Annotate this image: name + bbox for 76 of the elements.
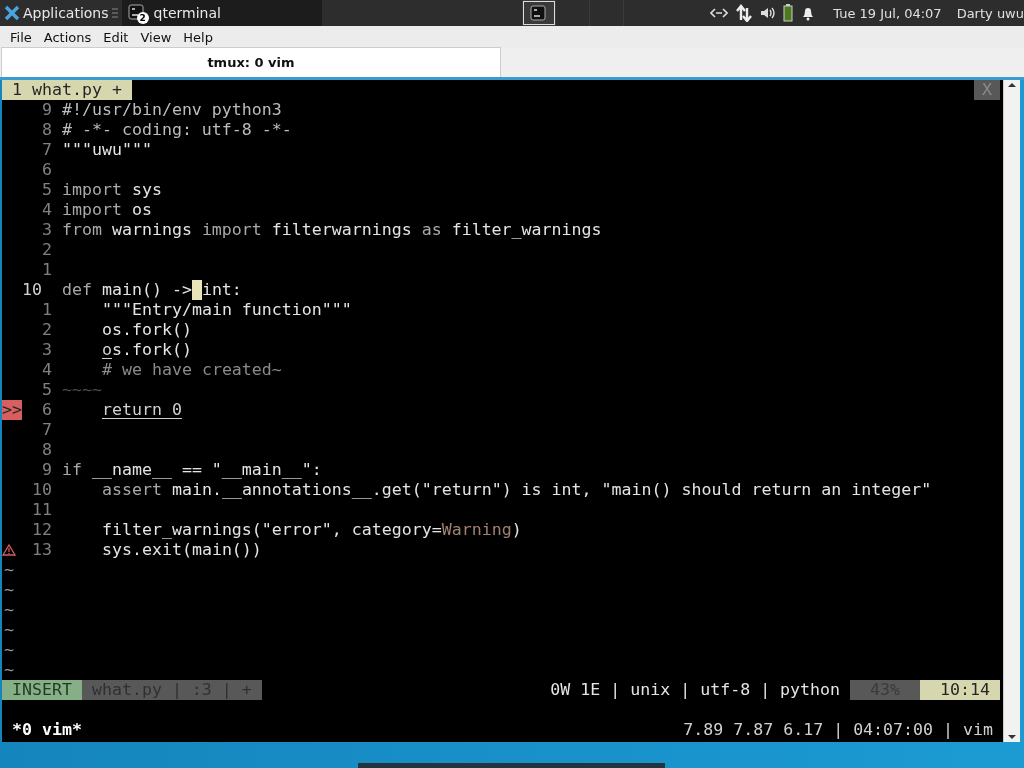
line-number: 4	[41, 200, 52, 220]
empty-line-marker: ~	[3, 660, 14, 680]
scroll-down-icon	[1007, 732, 1017, 742]
battery-icon	[783, 4, 794, 22]
menu-item[interactable]: Actions	[37, 29, 98, 45]
line-number: 5	[41, 180, 52, 200]
scroll-bar[interactable]	[1003, 80, 1020, 742]
line-number: 2	[41, 320, 52, 340]
tmux-status: 7.89 7.87 6.17 | 04:07:00 | vim	[683, 720, 994, 740]
line-number: 7	[41, 420, 52, 440]
volume-icon	[760, 5, 777, 21]
code-line: if __name__ == "__main__":	[62, 460, 322, 480]
line-number: 1	[41, 300, 52, 320]
grip-icon	[111, 7, 118, 19]
empty-line-marker: ~	[3, 580, 14, 600]
file-status: 0W 1E | unix | utf-8 | python	[550, 680, 842, 700]
line-number: 10	[22, 280, 43, 300]
line-number: 9	[41, 460, 52, 480]
tmux-window[interactable]: *0 vim*	[2, 720, 82, 740]
code-line: import sys	[62, 180, 162, 200]
menu-item[interactable]: File	[4, 29, 38, 45]
line-number: 6	[41, 160, 52, 180]
code-line: # we have created~	[101, 360, 282, 380]
line-number: 10	[31, 480, 52, 500]
task-button[interactable]: 2 qterminal	[121, 0, 322, 26]
line-number: 3	[41, 340, 52, 360]
desktop-pager-cell[interactable]	[521, 0, 556, 26]
line-number: 7	[41, 140, 52, 160]
user-name[interactable]: Darty uwu	[956, 5, 1024, 21]
network-icon	[710, 6, 729, 20]
task-title: qterminal	[153, 5, 221, 21]
applications-menu[interactable]: Applications	[23, 5, 109, 21]
code-line: # -*- coding: utf-8 -*-	[62, 120, 292, 140]
line-number: 2	[41, 240, 52, 260]
line-number: 13	[31, 540, 52, 560]
line-number: 8	[41, 120, 52, 140]
clock[interactable]: Tue 19 Jul, 04:07	[833, 5, 942, 21]
code-line: #!/usr/bin/env python3	[62, 100, 282, 120]
line-number: 6	[41, 400, 52, 420]
buffer-tab[interactable]: 1 what.py +	[2, 80, 132, 100]
empty-line-marker: ~	[3, 620, 14, 640]
code-line: def main() -> int:	[62, 280, 242, 300]
terminal-tab[interactable]: tmux: 0 vim	[1, 47, 501, 77]
menu-item[interactable]: View	[134, 29, 178, 45]
error-sign: >>	[2, 400, 22, 420]
terminal-icon	[530, 5, 547, 21]
code-line: """uwu"""	[62, 140, 152, 160]
line-number: 11	[31, 500, 52, 520]
code-line: """Entry/main function"""	[101, 300, 352, 320]
line-number: 1	[41, 260, 52, 280]
mode-indicator: INSERT	[2, 680, 82, 700]
code-line: assert main.__annotations__.get("return") is int, "main() should return an integer"	[101, 480, 932, 500]
line-number: 5	[41, 380, 52, 400]
line-number: 3	[41, 220, 52, 240]
terminal-icon	[127, 4, 144, 20]
transfer-arrows-icon	[735, 4, 754, 22]
code-line: from warnings import filterwarnings as filter_warnings	[62, 220, 602, 240]
code-line: sys.exit(main())	[101, 540, 262, 560]
code-line: ~~~~	[62, 380, 102, 400]
line-number: 8	[41, 440, 52, 460]
code-line: os.fork()	[101, 340, 192, 360]
code-line: return 0	[101, 400, 182, 420]
code-line: import os	[62, 200, 152, 220]
empty-line-marker: ~	[3, 560, 14, 580]
line-number: 12	[31, 520, 52, 540]
menu-item[interactable]: Help	[177, 29, 219, 45]
empty-line-marker: ~	[3, 600, 14, 620]
line-number: 9	[41, 100, 52, 120]
warning-icon	[2, 543, 16, 557]
menu-item[interactable]: Edit	[97, 29, 135, 45]
code-line: filter_warnings("error", category=Warning)	[101, 520, 522, 540]
x-logo-icon	[4, 5, 20, 21]
code-line: os.fork()	[101, 320, 192, 340]
cursor-position: 10:14	[920, 680, 1000, 700]
empty-line-marker: ~	[3, 640, 14, 660]
line-number: 4	[41, 360, 52, 380]
